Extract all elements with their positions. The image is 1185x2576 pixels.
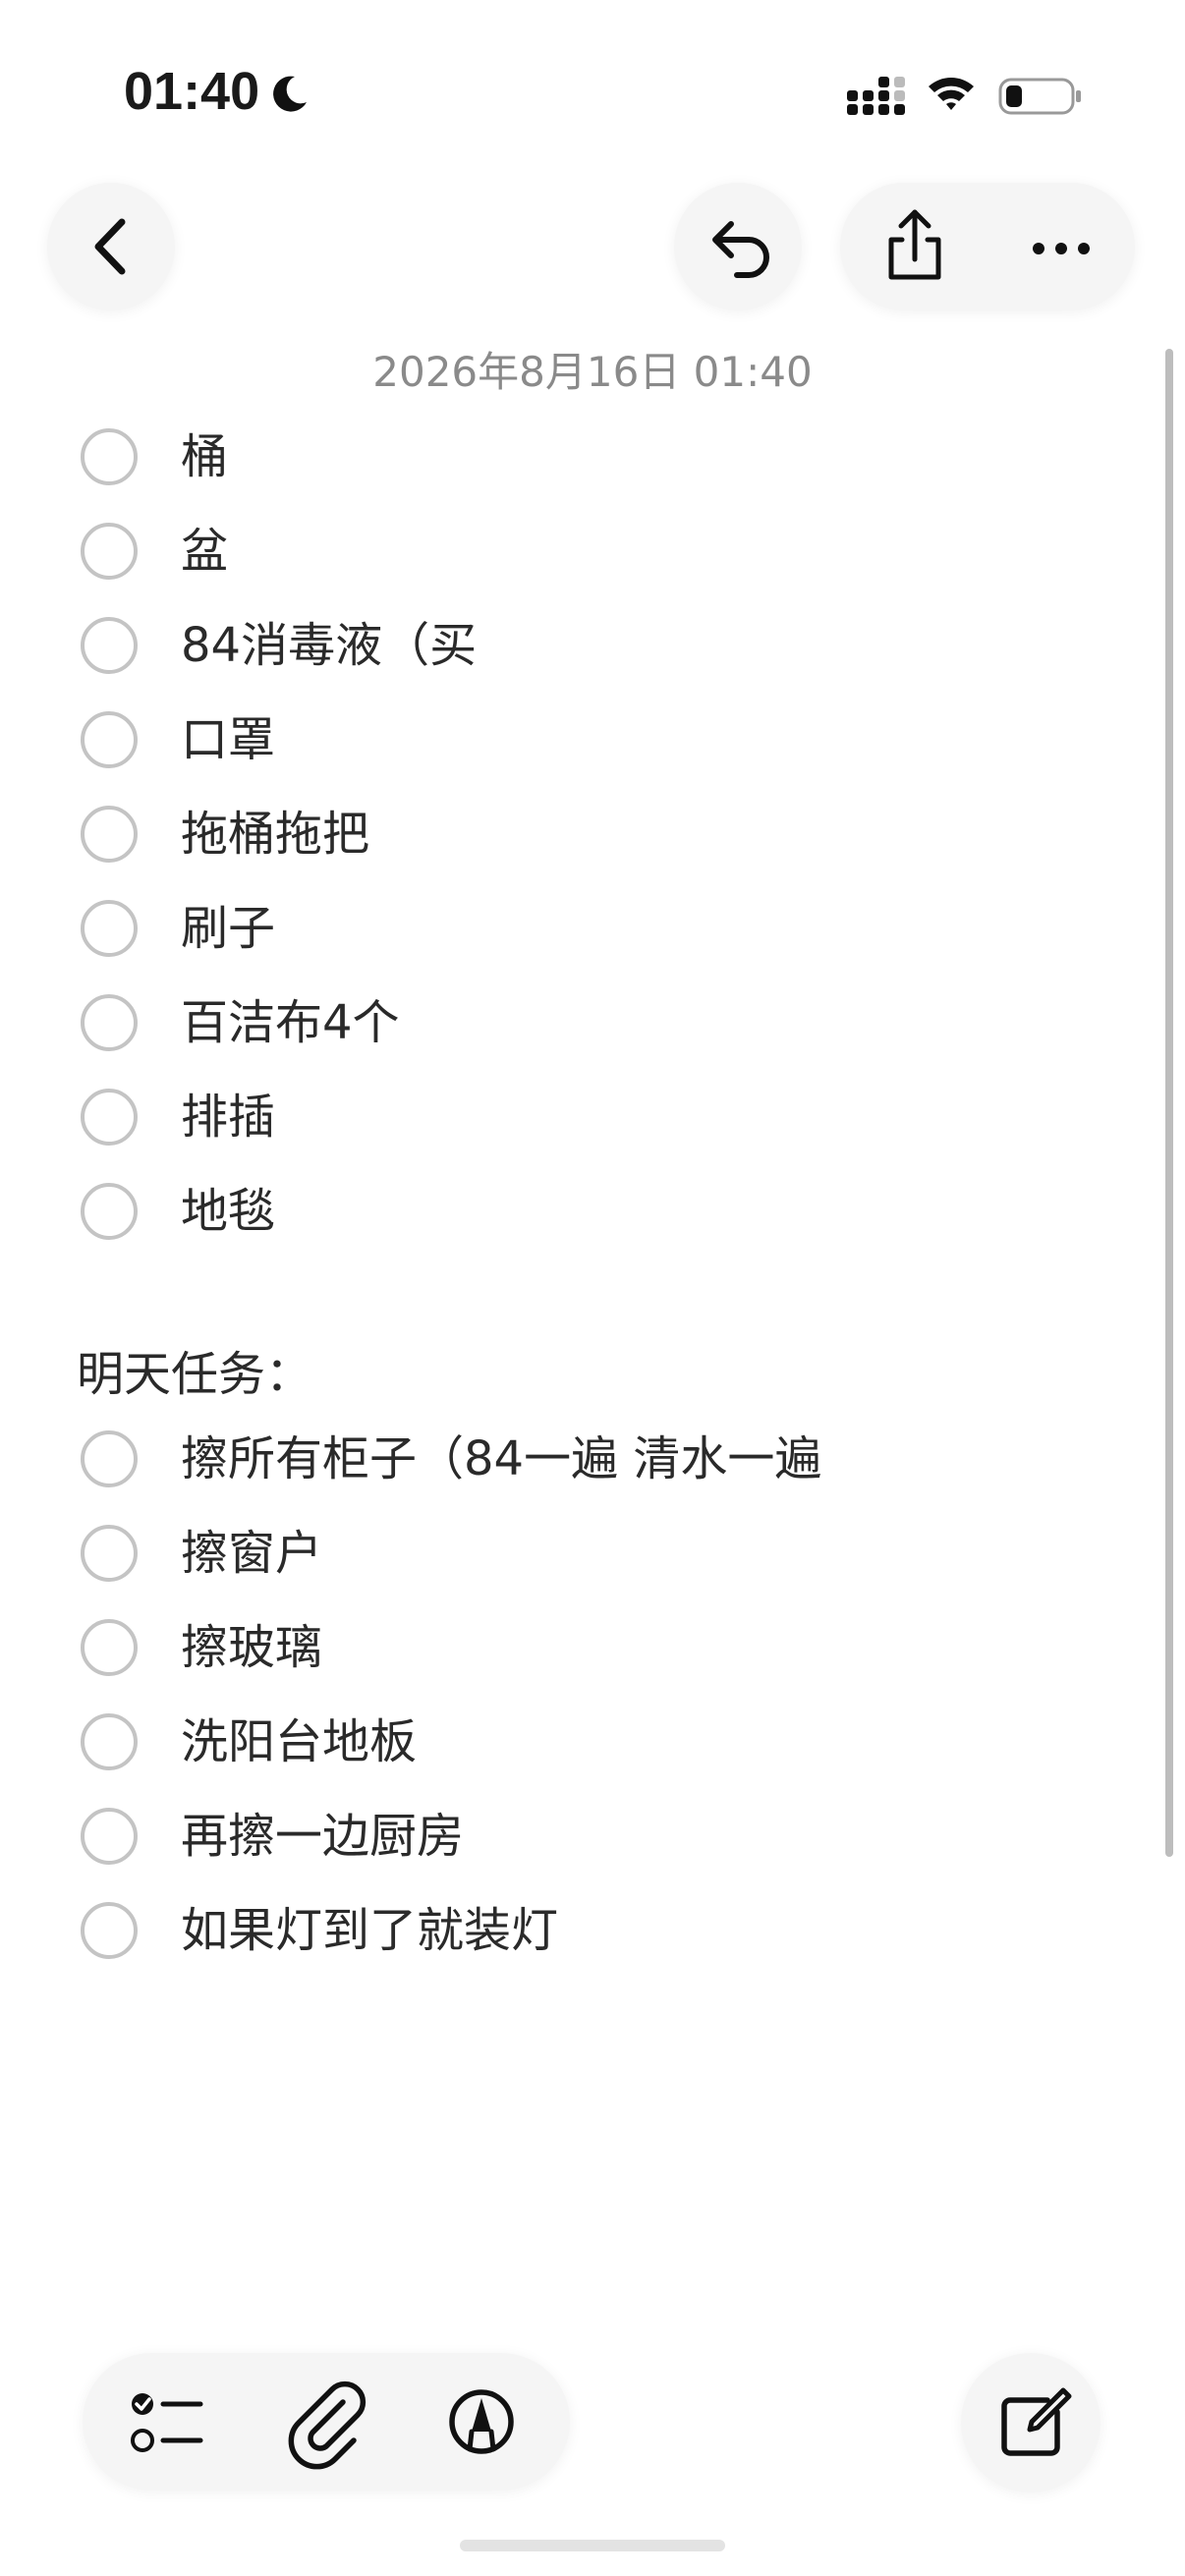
task-item[interactable]: 如果灯到了就装灯: [77, 1896, 1118, 1975]
checkbox-circle[interactable]: [81, 428, 138, 485]
share-more-group: [840, 183, 1135, 310]
checklist-item-text[interactable]: 盆: [181, 523, 228, 580]
back-button[interactable]: [47, 183, 175, 310]
checklist-item-text[interactable]: 桶: [181, 428, 228, 485]
scrollbar[interactable]: [1165, 349, 1173, 1857]
checklist-item-text[interactable]: 百洁布4个: [181, 994, 400, 1051]
more-button[interactable]: [988, 183, 1135, 310]
checklist-item[interactable]: 排插: [77, 1083, 1118, 1161]
task-item[interactable]: 擦玻璃: [77, 1613, 1118, 1692]
section-heading[interactable]: 明天任务：: [77, 1346, 312, 1403]
task-item[interactable]: 再擦一边厨房: [77, 1802, 1118, 1880]
checklist-item[interactable]: 拖桶拖把: [77, 800, 1118, 878]
paperclip-icon: [288, 2380, 367, 2470]
attachment-button[interactable]: [248, 2353, 405, 2491]
checkbox-circle[interactable]: [81, 994, 138, 1051]
markup-button[interactable]: [411, 2353, 568, 2491]
task-item-text[interactable]: 如果灯到了就装灯: [181, 1902, 558, 1959]
undo-icon: [712, 221, 769, 278]
checklist-button[interactable]: [86, 2353, 244, 2491]
checkbox-circle[interactable]: [81, 1089, 138, 1146]
cellular-signal-icon: [847, 77, 905, 115]
checkbox-circle[interactable]: [81, 806, 138, 863]
task-item-text[interactable]: 擦窗户: [181, 1525, 322, 1582]
pen-markup-icon: [449, 2389, 514, 2454]
status-bar: 01:40: [0, 0, 1185, 187]
compose-button[interactable]: [961, 2353, 1100, 2492]
checkbox-circle[interactable]: [81, 1525, 138, 1582]
task-item-text[interactable]: 再擦一边厨房: [181, 1808, 464, 1865]
checkbox-circle[interactable]: [81, 1619, 138, 1676]
task-item[interactable]: 洗阳台地板: [77, 1708, 1118, 1786]
checklist-item[interactable]: 盆: [77, 517, 1118, 595]
moon-icon: [273, 76, 307, 112]
chevron-left-icon: [94, 218, 126, 275]
checklist-item[interactable]: 口罩: [77, 705, 1118, 784]
checklist-item-text[interactable]: 口罩: [181, 711, 275, 768]
home-indicator[interactable]: [460, 2540, 725, 2551]
note-date: 2026年8月16日 01:40: [372, 348, 813, 396]
task-item[interactable]: 擦所有柜子（84一遍 清水一遍: [77, 1425, 1118, 1503]
checkbox-circle[interactable]: [81, 1430, 138, 1487]
checkbox-circle[interactable]: [81, 1902, 138, 1959]
checkbox-circle[interactable]: [81, 523, 138, 580]
checklist-item[interactable]: 桶: [77, 422, 1118, 501]
checkbox-circle[interactable]: [81, 711, 138, 768]
checkbox-circle[interactable]: [81, 900, 138, 957]
checklist-icon: [131, 2393, 203, 2452]
checklist-item-text[interactable]: 地毯: [181, 1183, 275, 1240]
ellipsis-icon: [1033, 243, 1090, 254]
checklist-item[interactable]: 百洁布4个: [77, 988, 1118, 1067]
task-item-text[interactable]: 洗阳台地板: [181, 1713, 417, 1770]
task-item-text[interactable]: 擦所有柜子（84一遍 清水一遍: [181, 1430, 821, 1487]
battery-icon: [998, 78, 1081, 115]
task-item[interactable]: 擦窗户: [77, 1519, 1118, 1597]
checkbox-circle[interactable]: [81, 1808, 138, 1865]
checklist-item-text[interactable]: 排插: [181, 1089, 275, 1146]
share-icon: [888, 209, 941, 280]
checkbox-circle[interactable]: [81, 617, 138, 674]
checklist-item[interactable]: 地毯: [77, 1177, 1118, 1256]
undo-button[interactable]: [674, 183, 802, 310]
checkbox-circle[interactable]: [81, 1183, 138, 1240]
checkbox-circle[interactable]: [81, 1713, 138, 1770]
checklist-item-text[interactable]: 拖桶拖把: [181, 806, 369, 863]
compose-icon: [1001, 2387, 1072, 2456]
checklist-item-text[interactable]: 84消毒液（买: [181, 617, 477, 674]
task-item-text[interactable]: 擦玻璃: [181, 1619, 322, 1676]
checklist-item[interactable]: 刷子: [77, 894, 1118, 973]
wifi-icon: [929, 78, 974, 110]
bottom-toolbar: [83, 2353, 570, 2491]
checklist-item[interactable]: 84消毒液（买: [77, 611, 1118, 690]
checklist-item-text[interactable]: 刷子: [181, 900, 275, 957]
share-button[interactable]: [840, 183, 988, 310]
status-time: 01:40: [124, 62, 260, 121]
